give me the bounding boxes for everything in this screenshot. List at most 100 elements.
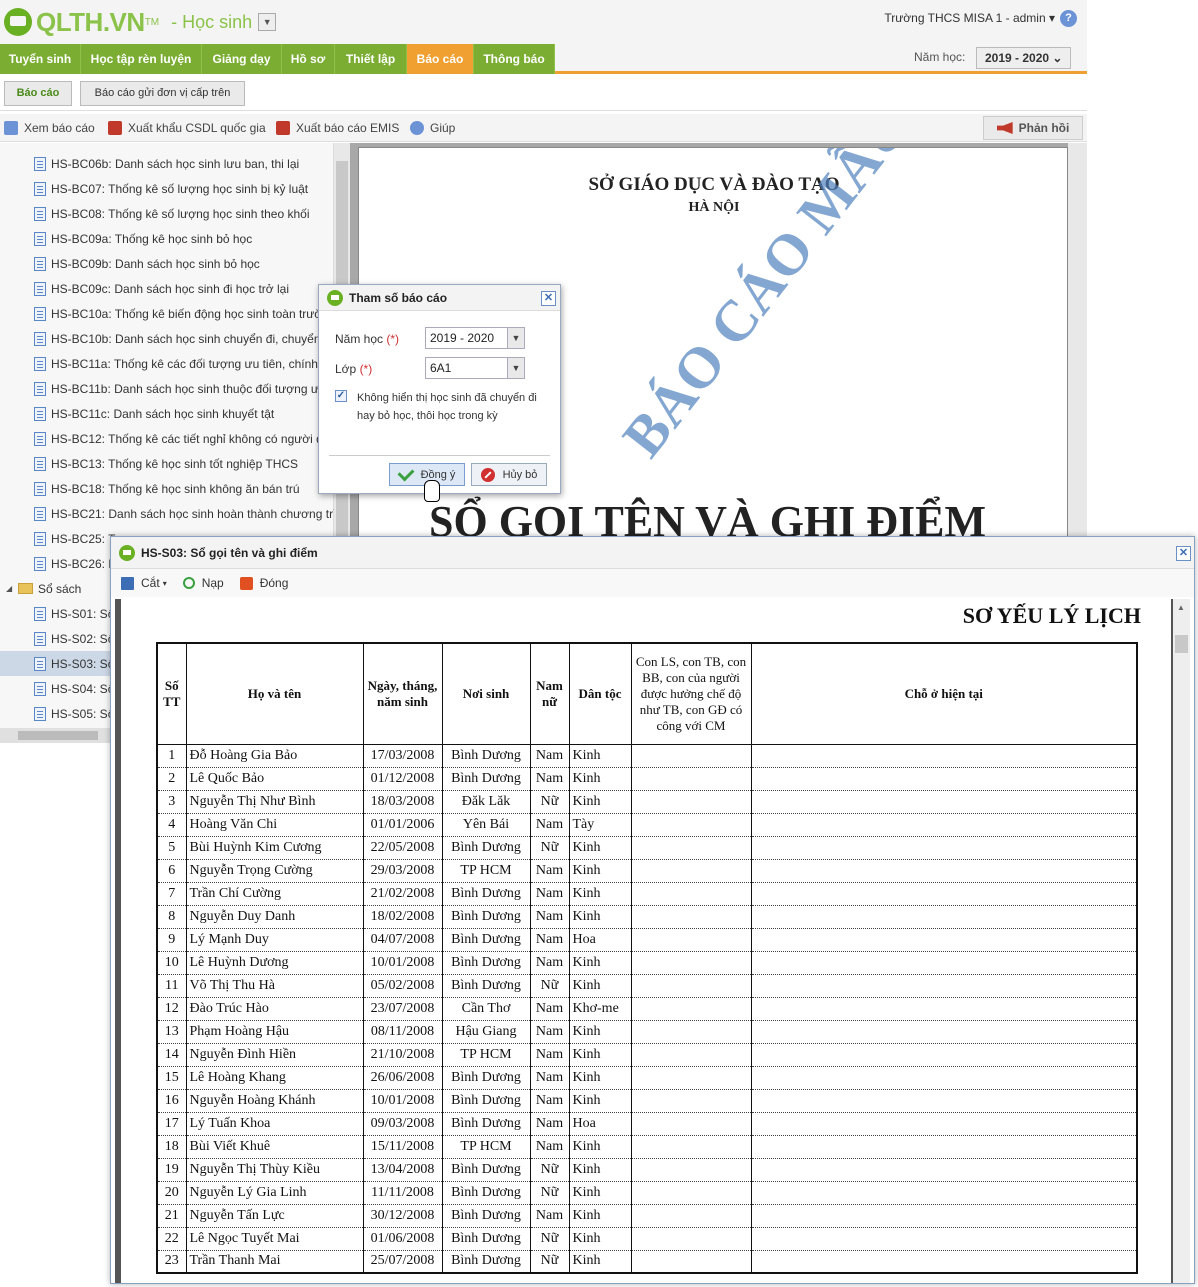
dialog-close-button[interactable]: ✕ <box>541 291 556 306</box>
export-national-db-button[interactable]: Xuất khẩu CSDL quốc gia <box>108 120 266 136</box>
birth-place: TP HCM <box>441 1043 531 1067</box>
policy-cell <box>630 951 752 975</box>
document-icon <box>34 606 46 621</box>
address-cell <box>750 905 1138 929</box>
tree-report-item[interactable]: HS-BC09c: Danh sách học sinh đi học trở … <box>0 276 334 301</box>
ethnicity: Kinh <box>568 882 632 906</box>
ethnicity: Kinh <box>568 767 632 791</box>
address-cell <box>750 1227 1138 1251</box>
birth-place: Hậu Giang <box>441 1020 531 1044</box>
class-select[interactable]: 6A1 ▼ <box>425 357 525 379</box>
tree-hscroll-thumb[interactable] <box>18 731 98 740</box>
tree-report-item[interactable]: HS-BC12: Thống kê các tiết nghỉ không có… <box>0 426 334 451</box>
row-number: 23 <box>156 1250 187 1274</box>
subtab-bao-cao-gui-cap-tren[interactable]: Báo cáo gửi đơn vị cấp trên <box>80 81 245 106</box>
tree-report-item[interactable]: HS-BC11a: Thống kê các đối tượng ưu tiên… <box>0 351 334 376</box>
ethnicity: Kinh <box>568 1043 632 1067</box>
ethnicity: Kinh <box>568 1066 632 1090</box>
tab-thong-bao[interactable]: Thông báo <box>474 44 555 74</box>
tab-thiet-lap[interactable]: Thiết lập <box>335 44 407 74</box>
feedback-button[interactable]: Phản hồi <box>983 116 1083 140</box>
school-year-select[interactable]: 2019 - 2020 ⌄ <box>976 47 1071 69</box>
window-close-button[interactable]: ✕ <box>1176 546 1191 561</box>
help-icon[interactable]: ? <box>1060 10 1077 27</box>
birth-place: TP HCM <box>441 1135 531 1159</box>
row-number: 20 <box>156 1181 187 1205</box>
scroll-up-icon[interactable]: ▲ <box>1177 603 1185 612</box>
close-button[interactable]: Đóng <box>239 576 288 590</box>
tree-report-item[interactable]: HS-BC11c: Danh sách học sinh khuyết tật <box>0 401 334 426</box>
tree-report-item[interactable]: HS-BC10a: Thống kê biến động học sinh to… <box>0 301 334 326</box>
subtab-bao-cao[interactable]: Báo cáo <box>4 81 72 106</box>
tree-report-item[interactable]: HS-BC06b: Danh sách học sinh lưu ban, th… <box>0 151 334 176</box>
birth-date: 13/04/2008 <box>362 1158 443 1182</box>
gender: Nam <box>529 1112 570 1136</box>
address-cell <box>750 951 1138 975</box>
tree-report-item[interactable]: HS-BC08: Thống kê số lượng học sinh theo… <box>0 201 334 226</box>
table-row: 12 Đào Trúc Hào 23/07/2008 Cần Thơ Nam Khơ-me <box>156 997 1138 1021</box>
view-report-button[interactable]: Xem báo cáo <box>4 120 95 136</box>
help-button[interactable]: Giúp <box>410 120 455 136</box>
tab-giang-day[interactable]: Giảng dạy <box>202 44 282 74</box>
caret-down-icon: ▾ <box>162 578 167 588</box>
row-number: 22 <box>156 1227 187 1251</box>
tree-report-item[interactable]: HS-BC11b: Danh sách học sinh thuộc đối t… <box>0 376 334 401</box>
ethnicity: Kinh <box>568 1020 632 1044</box>
chevron-down-icon[interactable]: ▼ <box>507 358 524 378</box>
policy-cell <box>630 813 752 837</box>
birth-date: 11/11/2008 <box>362 1181 443 1205</box>
student-name: Lý Mạnh Duy <box>185 928 364 952</box>
tree-report-item[interactable]: HS-BC10b: Danh sách học sinh chuyển đi, … <box>0 326 334 351</box>
class-select-value: 6A1 <box>430 361 452 375</box>
ethnicity: Kinh <box>568 1250 632 1274</box>
export-emis-button[interactable]: Xuất báo cáo EMIS <box>276 120 399 136</box>
tree-report-item[interactable]: HS-BC07: Thống kê số lượng học sinh bị k… <box>0 176 334 201</box>
student-name: Nguyễn Duy Danh <box>185 905 364 929</box>
student-name: Trần Thanh Mai <box>185 1250 364 1274</box>
dialog-title: Tham số báo cáo <box>349 290 448 305</box>
tab-tuyen-sinh[interactable]: Tuyển sinh <box>0 44 81 74</box>
policy-cell <box>630 1158 752 1182</box>
birth-place: Bình Dương <box>441 1066 531 1090</box>
tab-ho-so[interactable]: Hồ sơ <box>282 44 335 74</box>
report-toolbar: Xem báo cáo Xuất khẩu CSDL quốc gia Xuất… <box>0 114 1087 142</box>
chevron-down-icon[interactable]: ▼ <box>507 328 524 348</box>
app-icon <box>327 289 343 306</box>
row-number: 13 <box>156 1020 187 1044</box>
tab-bao-cao[interactable]: Báo cáo <box>407 44 474 74</box>
policy-cell <box>630 928 752 952</box>
student-name: Nguyễn Đình Hiền <box>185 1043 364 1067</box>
tree-report-item[interactable]: HS-BC21: Danh sách học sinh hoàn thành c… <box>0 501 334 526</box>
tree-report-item[interactable]: HS-BC09a: Thống kê học sinh bỏ học <box>0 226 334 251</box>
tree-item-label: HS-BC07: Thống kê số lượng học sinh bị k… <box>51 181 309 196</box>
user-menu[interactable]: Trường THCS MISA 1 - admin ▾ <box>884 11 1055 25</box>
row-number: 14 <box>156 1043 187 1067</box>
hide-transferred-checkbox[interactable]: ✓ <box>335 390 347 402</box>
load-button[interactable]: Nạp <box>182 576 224 590</box>
table-row: 14 Nguyễn Đình Hiền 21/10/2008 TP HCM Nam Kin… <box>156 1043 1138 1067</box>
table-header-row: Số TT Họ và tên Ngày, tháng, năm sinh Nơ… <box>156 642 1138 745</box>
birth-place: Bình Dương <box>441 905 531 929</box>
module-dropdown[interactable]: ▼ <box>258 13 277 31</box>
student-name: Hoàng Văn Chi <box>185 813 364 837</box>
tree-report-item[interactable]: HS-BC09b: Danh sách học sinh bỏ học <box>0 251 334 276</box>
row-number: 2 <box>156 767 187 791</box>
table-row: 9 Lý Mạnh Duy 04/07/2008 Bình Dương Nam Hoa <box>156 928 1138 952</box>
row-number: 8 <box>156 905 187 929</box>
tree-report-item[interactable]: HS-BC18: Thống kê học sinh không ăn bán … <box>0 476 334 501</box>
cut-button[interactable]: Cắt ▾ <box>121 576 167 590</box>
address-cell <box>750 997 1138 1021</box>
student-name: Bùi Huỳnh Kim Cương <box>185 836 364 860</box>
logo[interactable]: QLTH.VN TM - Học sinh ▼ <box>4 4 277 40</box>
window-scroll-thumb[interactable] <box>1175 635 1188 653</box>
birth-date: 04/07/2008 <box>362 928 443 952</box>
birth-date: 21/02/2008 <box>362 882 443 906</box>
year-select[interactable]: 2019 - 2020 ▼ <box>425 327 525 349</box>
window-scrollbar[interactable]: ▲ <box>1173 599 1190 1283</box>
expand-toggle-icon[interactable]: ◢ <box>6 584 14 593</box>
cancel-button[interactable]: Hủy bỏ <box>471 463 547 486</box>
gender: Nam <box>529 1204 570 1228</box>
tab-hoc-tap-ren-luyen[interactable]: Học tập rèn luyện <box>81 44 202 74</box>
birth-date: 10/01/2008 <box>362 951 443 975</box>
tree-report-item[interactable]: HS-BC13: Thống kê học sinh tốt nghiệp TH… <box>0 451 334 476</box>
